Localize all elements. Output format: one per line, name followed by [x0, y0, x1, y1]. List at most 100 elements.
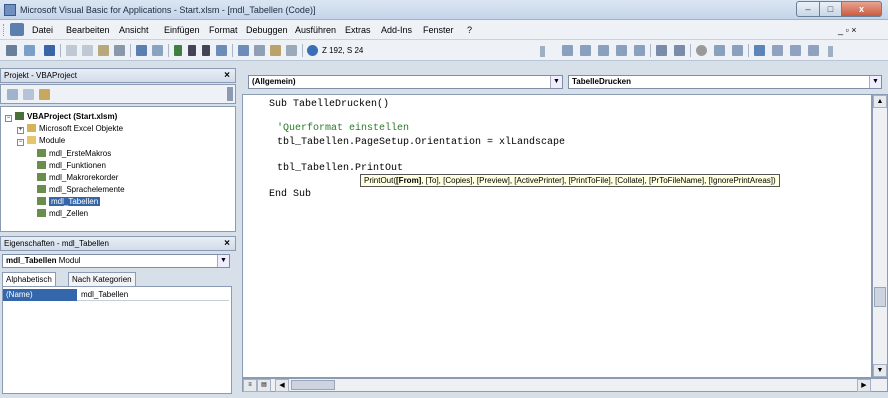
properties-grid: (Name) mdl_Tabellen: [2, 286, 232, 394]
code-line: Sub TabelleDrucken(): [269, 99, 390, 110]
view-excel-icon[interactable]: [6, 45, 17, 56]
scroll-up-icon[interactable]: ▲: [873, 95, 887, 108]
menu-bearbeiten[interactable]: Bearbeiten: [66, 25, 110, 35]
quick-info-icon[interactable]: [598, 45, 609, 56]
scroll-down-icon[interactable]: ▼: [873, 364, 887, 377]
module-icon: [37, 161, 46, 169]
toolbox-icon[interactable]: [286, 45, 297, 56]
tree-item-mdl-funktionen[interactable]: mdl_Funktionen: [37, 160, 106, 171]
vba-project-icon: [15, 112, 24, 120]
menu-fenster[interactable]: Fenster: [423, 25, 454, 35]
next-bookmark-icon[interactable]: [772, 45, 783, 56]
find-icon[interactable]: [114, 45, 125, 56]
scroll-right-icon[interactable]: ▶: [857, 379, 871, 392]
pause-icon[interactable]: [188, 45, 196, 56]
module-icon: [37, 149, 46, 157]
property-row-name[interactable]: (Name) mdl_Tabellen: [3, 289, 229, 301]
design-mode-icon[interactable]: [216, 45, 227, 56]
horizontal-scroll-thumb[interactable]: [291, 380, 335, 390]
toolbar-grip-right[interactable]: [828, 46, 833, 57]
insert-module-icon[interactable]: [24, 45, 35, 56]
menu-debuggen[interactable]: Debuggen: [246, 25, 288, 35]
tree-item-mdl-makrorekorder[interactable]: mdl_Makrorekorder: [37, 172, 118, 183]
chevron-down-icon[interactable]: ▼: [217, 255, 229, 267]
redo-icon[interactable]: [152, 45, 163, 56]
menu-format[interactable]: Format: [209, 25, 238, 35]
menu-einfuegen[interactable]: Einfügen: [164, 25, 200, 35]
property-name-value[interactable]: mdl_Tabellen: [81, 289, 128, 301]
copy-icon[interactable]: [82, 45, 93, 56]
scroll-left-icon[interactable]: ◀: [275, 379, 289, 392]
paste-icon[interactable]: [98, 45, 109, 56]
cut-icon[interactable]: [66, 45, 77, 56]
mdi-window-controls[interactable]: _ ▫ ×: [838, 25, 856, 35]
properties-window-icon[interactable]: [254, 45, 265, 56]
outdent-icon[interactable]: [674, 45, 685, 56]
toolbar-grip-left[interactable]: [540, 46, 545, 57]
tree-item-mdl-sprachelemente[interactable]: mdl_Sprachelemente: [37, 184, 125, 195]
toggle-breakpoint-icon[interactable]: [696, 45, 707, 56]
run-icon[interactable]: [174, 45, 182, 56]
menu-datei[interactable]: Datei: [32, 25, 53, 35]
tree-node-excel-objects[interactable]: + Microsoft Excel Objekte: [17, 123, 123, 134]
vba-menu-icon[interactable]: [10, 23, 24, 36]
module-icon: [37, 197, 46, 205]
save-icon[interactable]: [44, 45, 55, 56]
tab-nach-kategorien[interactable]: Nach Kategorien: [68, 272, 136, 286]
menu-extras[interactable]: Extras: [345, 25, 371, 35]
toggle-bookmark-icon[interactable]: [754, 45, 765, 56]
code-line: End Sub: [269, 189, 312, 200]
stop-icon[interactable]: [202, 45, 210, 56]
title-bar: Microsoft Visual Basic for Applications …: [0, 0, 888, 20]
clear-bookmarks-icon[interactable]: [808, 45, 819, 56]
properties-object-select[interactable]: mdl_Tabellen Modul ▼: [2, 254, 230, 268]
tree-item-mdl-tabellen[interactable]: mdl_Tabellen: [37, 196, 101, 207]
minimize-button[interactable]: –: [796, 1, 820, 17]
tree-item-mdl-erstemakros[interactable]: mdl_ErsteMakros: [37, 148, 111, 159]
tree-node-vbaproject[interactable]: − VBAProject (Start.xlsm): [5, 111, 117, 122]
menu-ausfuehren[interactable]: Ausführen: [295, 25, 336, 35]
close-button[interactable]: x: [842, 1, 882, 17]
project-panel-toolbar-chevron[interactable]: [227, 87, 233, 101]
vba-app-icon[interactable]: [4, 4, 16, 16]
project-explorer-icon[interactable]: [238, 45, 249, 56]
view-object-icon[interactable]: [23, 89, 34, 100]
full-module-view-icon[interactable]: ▤: [257, 379, 271, 392]
tab-alphabetisch[interactable]: Alphabetisch: [2, 272, 56, 286]
uncomment-block-icon[interactable]: [732, 45, 743, 56]
object-combo[interactable]: (Allgemein) ▼: [248, 75, 563, 89]
view-code-icon[interactable]: [7, 89, 18, 100]
indent-icon[interactable]: [656, 45, 667, 56]
project-tree: − VBAProject (Start.xlsm) + Microsoft Exce…: [0, 106, 236, 232]
list-properties-icon[interactable]: [562, 45, 573, 56]
help-icon[interactable]: [307, 45, 318, 56]
object-browser-icon[interactable]: [270, 45, 281, 56]
complete-word-icon[interactable]: [634, 45, 645, 56]
code-editor[interactable]: Sub TabelleDrucken() 'Querformat einstel…: [242, 94, 872, 378]
project-panel-close-icon[interactable]: ×: [221, 70, 233, 82]
comment-block-icon[interactable]: [714, 45, 725, 56]
horizontal-scrollbar[interactable]: ≡ ▤ ◀ ▶: [242, 378, 888, 392]
project-panel-title: Projekt - VBAProject: [4, 71, 77, 80]
menu-ansicht[interactable]: Ansicht: [119, 25, 149, 35]
properties-panel-close-icon[interactable]: ×: [221, 238, 233, 250]
vertical-scrollbar[interactable]: ▲ ▼: [872, 94, 888, 378]
tree-node-module-folder[interactable]: − Module: [17, 135, 65, 146]
menu-help[interactable]: ?: [467, 25, 472, 35]
parameter-info-icon[interactable]: [616, 45, 627, 56]
vertical-scroll-thumb[interactable]: [874, 287, 886, 307]
cursor-position-label: Z 192, S 24: [322, 46, 364, 55]
chevron-down-icon[interactable]: ▼: [550, 76, 562, 88]
procedure-combo[interactable]: TabelleDrucken ▼: [568, 75, 882, 89]
previous-bookmark-icon[interactable]: [790, 45, 801, 56]
maximize-button[interactable]: □: [820, 1, 842, 17]
list-constants-icon[interactable]: [580, 45, 591, 56]
undo-icon[interactable]: [136, 45, 147, 56]
tree-item-mdl-zellen[interactable]: mdl_Zellen: [37, 208, 88, 219]
toggle-folders-icon[interactable]: [39, 89, 50, 100]
procedure-view-icon[interactable]: ≡: [243, 379, 257, 392]
menu-add-ins[interactable]: Add-Ins: [381, 25, 412, 35]
menubar-grip[interactable]: [3, 24, 6, 36]
module-icon: [37, 185, 46, 193]
chevron-down-icon[interactable]: ▼: [869, 76, 881, 88]
